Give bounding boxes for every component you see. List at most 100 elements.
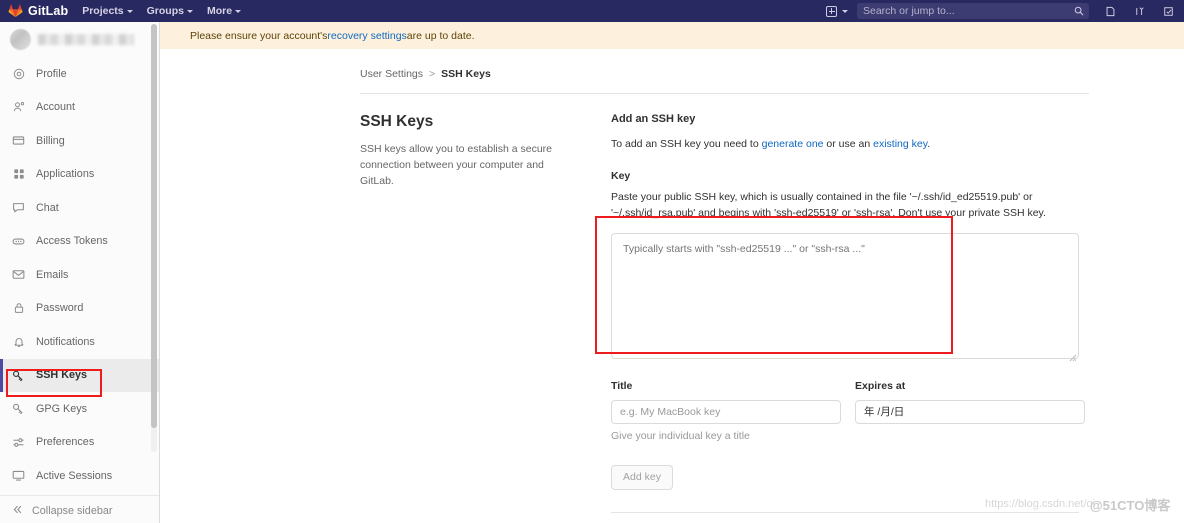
sidebar-item-label: Applications [36, 168, 95, 181]
top-navbar: GitLab Projects Groups More Search or ju… [0, 0, 1184, 22]
sidebar-item-label: SSH Keys [36, 369, 88, 382]
nav-links: Projects Groups More [82, 5, 242, 17]
key-textarea-wrap [611, 232, 1079, 364]
add-ssh-key-form: Add an SSH key To add an SSH key you nee… [611, 113, 1085, 523]
sidebar-item-applications[interactable]: Applications [0, 158, 159, 192]
profile-icon [11, 68, 26, 80]
bell-icon [11, 336, 26, 348]
recovery-settings-link[interactable]: recovery settings [327, 30, 406, 42]
sidebar-item-ssh-keys[interactable]: SSH Keys [0, 358, 159, 392]
sidebar-item-label: Chat [36, 201, 59, 214]
nav-more[interactable]: More [206, 5, 242, 17]
sidebar-item-label: Access Tokens [36, 235, 108, 248]
chevron-down-icon [842, 9, 848, 13]
settings-sidebar: Profile Account Billing Applications Cha [0, 22, 160, 523]
navbar-icon-group [1105, 6, 1174, 17]
form-intro-after: . [927, 138, 931, 150]
sidebar-item-account[interactable]: Account [0, 91, 159, 125]
collapse-sidebar-label: Collapse sidebar [32, 504, 113, 517]
sidebar-scrollbar-thumb[interactable] [151, 24, 157, 428]
sidebar-item-label: Active Sessions [36, 469, 113, 482]
sidebar-item-chat[interactable]: Chat [0, 191, 159, 225]
sidebar-item-label: Password [36, 302, 84, 315]
todos-icon[interactable] [1163, 6, 1174, 17]
sidebar-user[interactable] [0, 24, 159, 54]
brand-name: GitLab [28, 4, 69, 18]
form-intro-middle: or use an [823, 138, 874, 150]
title-input[interactable] [611, 399, 841, 424]
breadcrumb-parent[interactable]: User Settings [360, 68, 423, 80]
sidebar-item-gpg-keys[interactable]: GPG Keys [0, 392, 159, 426]
gitlab-logo[interactable]: GitLab [8, 4, 68, 18]
sidebar-item-label: Preferences [36, 436, 95, 449]
applications-grid-icon [11, 168, 26, 180]
collapse-sidebar-button[interactable]: Collapse sidebar [0, 495, 159, 523]
main-content: User Settings > SSH Keys SSH Keys SSH ke… [160, 49, 1184, 523]
search-input[interactable]: Search or jump to... [857, 3, 1089, 19]
chat-bubble-icon [11, 201, 26, 214]
key-icon [11, 369, 26, 382]
generate-one-link[interactable]: generate one [762, 138, 824, 150]
title-field-hint: Give your individual key a title [611, 429, 750, 442]
nav-projects[interactable]: Projects [82, 5, 133, 17]
search-placeholder: Search or jump to... [863, 5, 955, 17]
sidebar-item-label: Billing [36, 134, 65, 147]
chevron-double-left-icon [12, 504, 23, 518]
sidebar-item-active-sessions[interactable]: Active Sessions [0, 459, 159, 493]
billing-card-icon [11, 134, 26, 147]
page-title: SSH Keys [360, 113, 434, 130]
alert-text-after: are up to date. [406, 29, 475, 42]
sidebar-item-label: Emails [36, 268, 69, 281]
form-intro-before: To add an SSH key you need to [611, 138, 762, 150]
envelope-icon [11, 268, 26, 281]
nav-groups[interactable]: Groups [147, 5, 193, 17]
sidebar-item-label: GPG Keys [36, 402, 88, 415]
lock-icon [11, 302, 26, 314]
ssh-key-textarea[interactable] [611, 232, 1079, 359]
chevron-down-icon [186, 9, 193, 13]
title-expiry-row: Title Give your individual key a title E… [611, 380, 1085, 442]
sidebar-item-profile[interactable]: Profile [0, 57, 159, 91]
issues-icon[interactable] [1105, 6, 1116, 17]
key-field-label: Key [611, 169, 631, 182]
nav-projects-label: Projects [82, 5, 124, 17]
sidebar-item-access-tokens[interactable]: Access Tokens [0, 225, 159, 259]
breadcrumb-separator: > [429, 68, 436, 80]
settings-columns: SSH Keys SSH keys allow you to establish… [160, 94, 1184, 523]
nav-groups-label: Groups [146, 5, 184, 17]
access-token-icon [11, 235, 26, 248]
gitlab-tanuki-icon [8, 4, 23, 18]
expires-date-input[interactable]: 年 /月/日 [855, 399, 1085, 424]
alert-text-before: Please ensure your account's [190, 29, 328, 42]
page-description: SSH keys allow you to establish a secure… [360, 143, 553, 187]
breadcrumb-current: SSH Keys [441, 68, 491, 80]
sidebar-item-emails[interactable]: Emails [0, 258, 159, 292]
chevron-down-icon [126, 9, 133, 13]
navbar-right: Search or jump to... [826, 3, 1178, 19]
section-divider [611, 511, 1079, 513]
search-icon [1074, 6, 1084, 16]
section-info-column: SSH Keys SSH keys allow you to establish… [360, 113, 558, 523]
existing-key-link[interactable]: existing key [873, 138, 927, 150]
chevron-down-icon [235, 9, 242, 13]
avatar [10, 28, 31, 50]
sidebar-item-preferences[interactable]: Preferences [0, 426, 159, 460]
account-icon [11, 101, 26, 113]
key-field-help: Paste your public SSH key, which is usua… [611, 190, 1046, 219]
key-icon [11, 402, 26, 415]
form-intro: To add an SSH key you need to generate o… [611, 137, 1085, 153]
nav-more-label: More [206, 5, 233, 17]
sidebar-item-notifications[interactable]: Notifications [0, 325, 159, 359]
sidebar-item-label: Notifications [36, 335, 95, 348]
sidebar-item-label: Account [36, 101, 76, 114]
sidebar-item-password[interactable]: Password [0, 292, 159, 326]
merge-requests-icon[interactable] [1134, 6, 1145, 17]
expires-date-placeholder: 年 /月/日 [864, 406, 905, 419]
sidebar-item-billing[interactable]: Billing [0, 124, 159, 158]
title-field-group: Title Give your individual key a title [611, 380, 841, 442]
create-new-button[interactable] [826, 5, 848, 17]
expires-field-group: Expires at 年 /月/日 [855, 380, 1085, 442]
add-key-button[interactable]: Add key [611, 464, 673, 490]
sidebar-item-label: Profile [36, 67, 67, 80]
username-redacted [38, 33, 134, 45]
